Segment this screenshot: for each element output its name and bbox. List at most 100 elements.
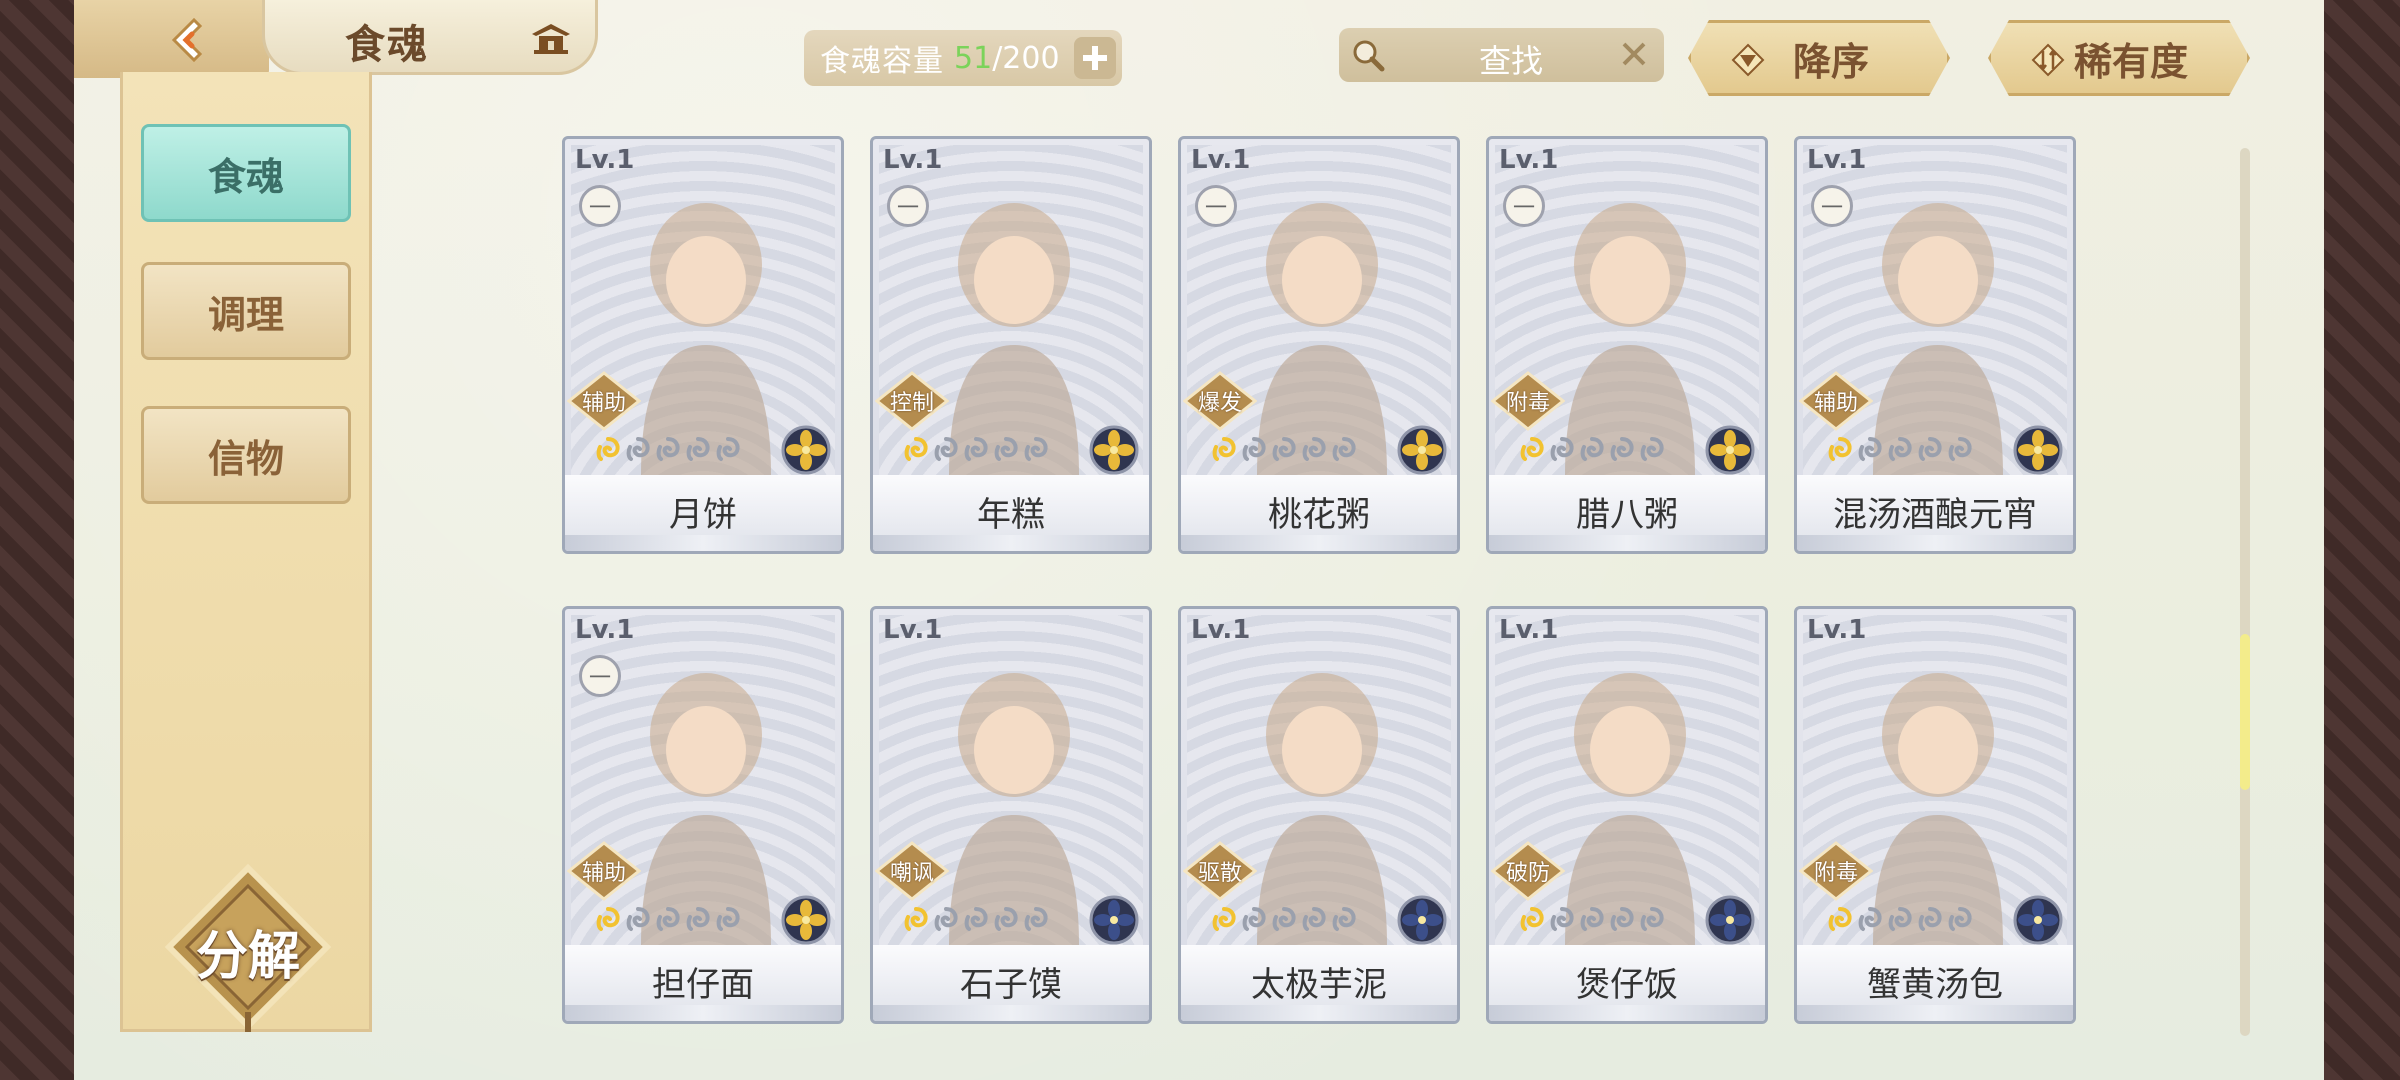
level-label: Lv.1: [1807, 615, 1867, 645]
star-icon: [1332, 437, 1356, 461]
star-icon: [904, 907, 928, 931]
star-icon: [994, 907, 1018, 931]
star-icon: [1610, 437, 1634, 461]
food-soul-card[interactable]: Lv.1 破防 煲仔饭: [1486, 606, 1768, 1024]
tab-tiaoli[interactable]: 调理: [141, 262, 351, 360]
star-icon: [994, 437, 1018, 461]
food-soul-card[interactable]: Lv.1 一 辅助 月饼: [562, 136, 844, 554]
tab-xinwu[interactable]: 信物: [141, 406, 351, 504]
capacity-current: 51: [954, 40, 993, 76]
star-icon: [1640, 437, 1664, 461]
capacity-label: 食魂容量: [820, 44, 944, 79]
star-icon: [1610, 907, 1634, 931]
card-bottom-trim: [1489, 535, 1765, 551]
level-label: Lv.1: [1191, 145, 1251, 175]
star-rating: [1827, 907, 1973, 933]
star-icon: [1024, 437, 1048, 461]
star-icon: [1888, 437, 1912, 461]
element-flower-icon: [1397, 895, 1447, 945]
element-flower-icon: [2013, 425, 2063, 475]
level-label: Lv.1: [883, 615, 943, 645]
back-icon: [171, 17, 203, 63]
level-label: Lv.1: [575, 615, 635, 645]
star-icon: [1550, 907, 1574, 931]
star-icon: [1580, 907, 1604, 931]
sort-order-button[interactable]: 降序: [1688, 20, 1950, 96]
home-icon[interactable]: [528, 20, 574, 56]
decompose-label: 分解: [195, 926, 300, 987]
role-label: 爆发: [1197, 391, 1242, 416]
food-soul-card[interactable]: Lv.1 一 控制 年糕: [870, 136, 1152, 554]
back-tab: [74, 0, 269, 78]
sort-rarity-icon: [2031, 43, 2065, 77]
page-title: 食魂: [345, 21, 429, 68]
star-icon: [1242, 437, 1266, 461]
role-label: 辅助: [581, 861, 626, 886]
character-portrait: [1565, 203, 1695, 475]
food-soul-card[interactable]: Lv.1 一 辅助 担仔面: [562, 606, 844, 1024]
star-icon: [1302, 907, 1326, 931]
capacity-separator: /: [992, 40, 1003, 76]
element-flower-icon: [1705, 895, 1755, 945]
decompose-button[interactable]: 分解: [163, 862, 333, 1032]
card-bottom-trim: [873, 1005, 1149, 1021]
tier-badge: 一: [1811, 185, 1853, 227]
character-portrait: [1873, 673, 2003, 945]
back-button[interactable]: [162, 12, 218, 68]
character-portrait: [641, 673, 771, 945]
star-icon: [716, 437, 740, 461]
tab-label: 信物: [207, 435, 284, 481]
level-label: Lv.1: [1499, 145, 1559, 175]
character-portrait: [1873, 203, 2003, 475]
food-soul-card[interactable]: Lv.1 一 辅助 混汤酒酿元宵: [1794, 136, 2076, 554]
star-icon: [656, 907, 680, 931]
star-icon: [1828, 907, 1852, 931]
card-bottom-trim: [565, 535, 841, 551]
scrollbar[interactable]: [2240, 148, 2250, 1036]
character-portrait: [949, 203, 1079, 475]
level-label: Lv.1: [1499, 615, 1559, 645]
food-soul-card[interactable]: Lv.1 附毒 蟹黄汤包: [1794, 606, 2076, 1024]
tab-shihun[interactable]: 食魂: [141, 124, 351, 222]
card-bottom-trim: [1797, 535, 2073, 551]
star-icon: [1212, 907, 1236, 931]
card-bottom-trim: [565, 1005, 841, 1021]
capacity-max: 200: [1002, 40, 1060, 76]
star-icon: [1888, 907, 1912, 931]
star-icon: [1580, 437, 1604, 461]
app-window: 食魂 食魂容量 51 / 200 查找 降序 稀有度 食魂 调理 信物 分解 L…: [74, 0, 2324, 1080]
food-soul-card[interactable]: Lv.1 嘲讽 石子馍: [870, 606, 1152, 1024]
food-soul-card[interactable]: Lv.1 一 爆发 桃花粥: [1178, 136, 1460, 554]
character-portrait: [641, 203, 771, 475]
search-placeholder: 查找: [1479, 42, 1544, 80]
element-flower-icon: [1397, 425, 1447, 475]
star-icon: [1918, 907, 1942, 931]
star-icon: [904, 437, 928, 461]
star-icon: [1948, 437, 1972, 461]
character-portrait: [1565, 673, 1695, 945]
close-icon[interactable]: [1618, 38, 1650, 70]
star-icon: [1520, 437, 1544, 461]
star-icon: [1858, 437, 1882, 461]
food-soul-card[interactable]: Lv.1 一 附毒 腊八粥: [1486, 136, 1768, 554]
sidebar: 食魂 调理 信物 分解: [120, 72, 372, 1032]
food-soul-name: 腊八粥: [1576, 495, 1678, 535]
role-label: 辅助: [581, 391, 626, 416]
food-soul-name: 月饼: [669, 495, 737, 535]
star-icon: [1858, 907, 1882, 931]
star-icon: [1272, 907, 1296, 931]
search-field[interactable]: 查找: [1339, 28, 1664, 82]
capacity-display: 食魂容量 51 / 200: [804, 30, 1122, 86]
star-rating: [1211, 437, 1357, 463]
sort-key-button[interactable]: 稀有度: [1988, 20, 2250, 96]
food-soul-card[interactable]: Lv.1 驱散 太极芋泥: [1178, 606, 1460, 1024]
expand-capacity-button[interactable]: [1074, 37, 1116, 79]
food-soul-name: 桃花粥: [1268, 495, 1370, 535]
star-icon: [596, 907, 620, 931]
element-flower-icon: [1705, 425, 1755, 475]
food-soul-name: 年糕: [977, 495, 1045, 535]
food-soul-name: 蟹黄汤包: [1867, 965, 2003, 1005]
title-tab: 食魂: [262, 0, 598, 75]
level-label: Lv.1: [1807, 145, 1867, 175]
scrollbar-thumb[interactable]: [2240, 634, 2250, 790]
